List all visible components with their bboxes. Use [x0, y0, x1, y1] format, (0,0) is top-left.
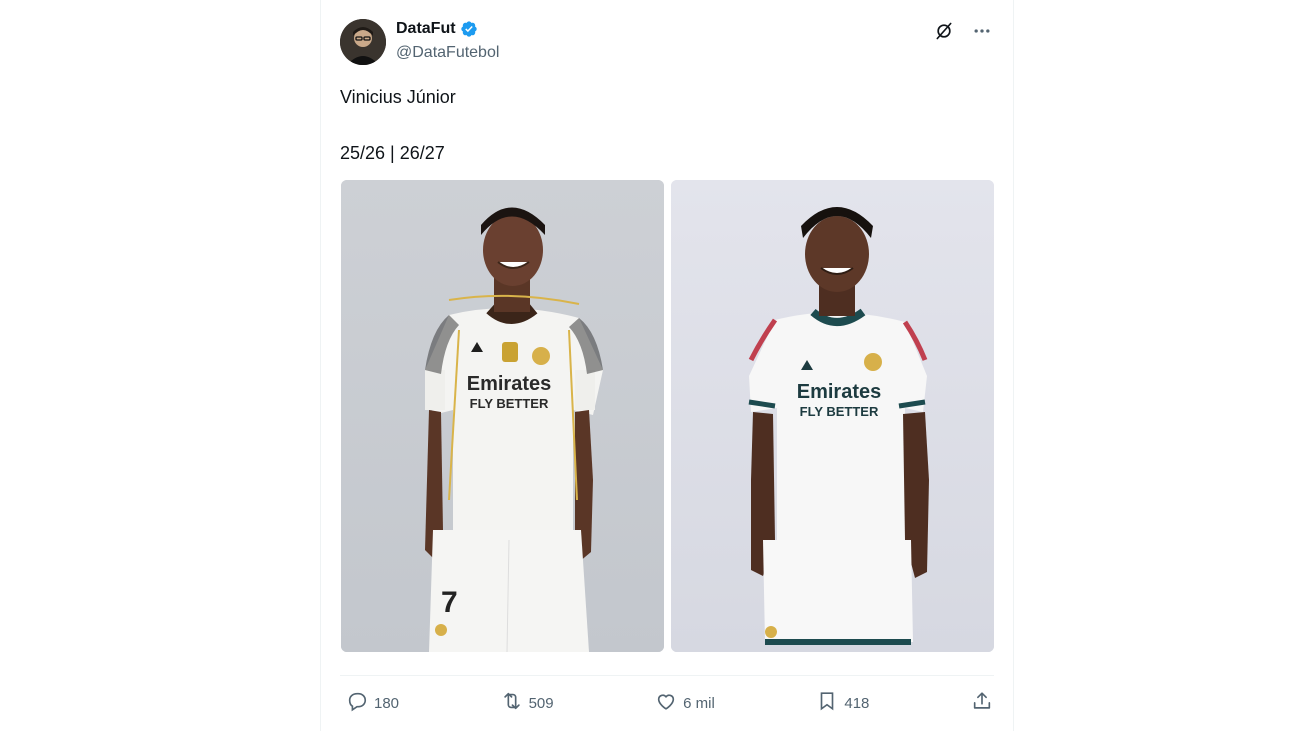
- tweet-text: Vinicius Júnior 25/26 | 26/27: [340, 85, 456, 165]
- like-icon: [655, 690, 677, 716]
- more-icon[interactable]: [971, 20, 993, 42]
- bookmark-icon: [816, 690, 838, 716]
- media-photo-2[interactable]: Emirates FLY BETTER: [671, 180, 994, 652]
- share-icon: [971, 690, 993, 716]
- sponsor-subtext-1: FLY BETTER: [470, 396, 549, 411]
- media-grid: Emirates FLY BETTER 7 Emirates FLY BETTE…: [341, 180, 995, 653]
- avatar[interactable]: [340, 19, 386, 65]
- author-handle[interactable]: @DataFutebol: [396, 44, 499, 62]
- sponsor-text-1: Emirates: [467, 373, 552, 395]
- reply-count: 180: [374, 694, 400, 712]
- media-photo-1[interactable]: Emirates FLY BETTER 7: [341, 180, 664, 652]
- sponsor-subtext-2: FLY BETTER: [800, 404, 879, 419]
- top-actions: [933, 20, 993, 42]
- like-button[interactable]: 6 mil: [655, 690, 715, 716]
- bookmark-button[interactable]: 418: [816, 690, 869, 716]
- tweet-card: DataFut @DataFutebol Vinicius Júnior 25/…: [320, 0, 1014, 731]
- reply-button[interactable]: 180: [346, 690, 399, 716]
- verified-badge-icon: [460, 20, 478, 38]
- sponsor-text-2: Emirates: [797, 381, 882, 403]
- display-name-text: DataFut: [396, 20, 456, 37]
- tweet-text-line-1: Vinicius Júnior: [340, 87, 456, 107]
- tweet-actions: 180 509 6 mil 418: [346, 690, 993, 716]
- page: DataFut @DataFutebol Vinicius Júnior 25/…: [0, 0, 1300, 731]
- like-count: 6 mil: [683, 694, 715, 712]
- repost-icon: [501, 690, 523, 716]
- tweet-text-blank: [340, 109, 456, 141]
- actions-divider: [340, 675, 994, 676]
- repost-count: 509: [528, 694, 554, 712]
- author-display-name[interactable]: DataFut: [396, 20, 478, 38]
- grok-icon[interactable]: [933, 20, 955, 42]
- tweet-text-line-2: 25/26 | 26/27: [340, 143, 445, 163]
- reply-icon: [346, 690, 368, 716]
- share-button[interactable]: [971, 690, 993, 716]
- bookmark-count: 418: [844, 694, 870, 712]
- repost-button[interactable]: 509: [501, 690, 554, 716]
- shorts-number-1: 7: [441, 586, 458, 619]
